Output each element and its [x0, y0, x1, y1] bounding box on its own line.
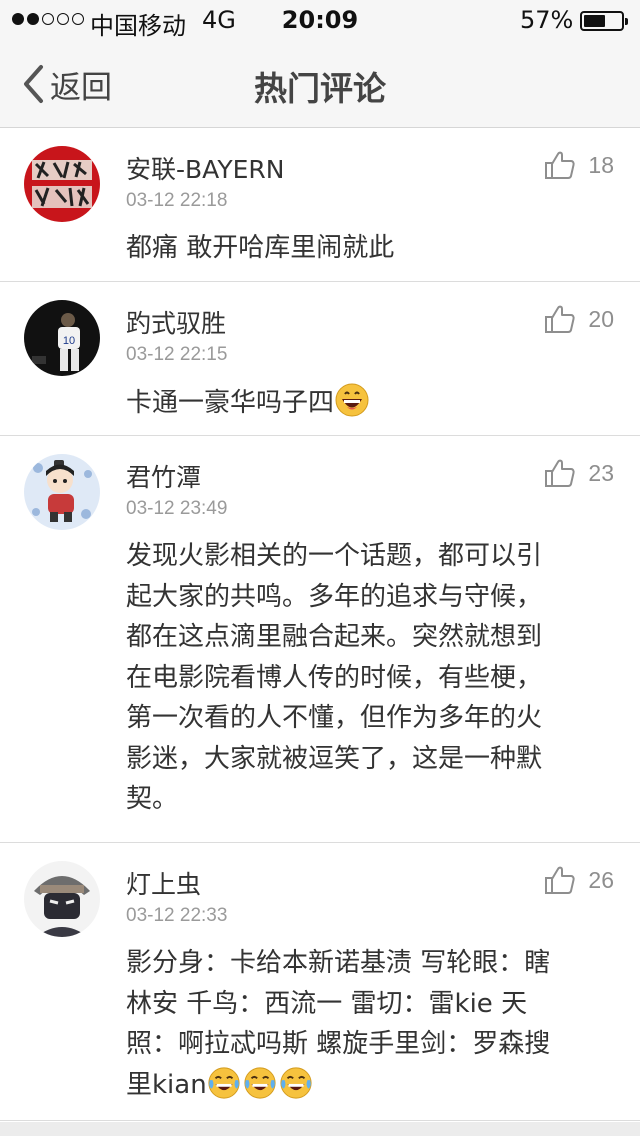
- thumbs-up-icon: [544, 458, 576, 488]
- comment-username[interactable]: 君竹潭: [126, 458, 201, 494]
- comment-text: 都痛 敢开哈库里闹就此: [126, 228, 616, 269]
- like-button[interactable]: 18: [544, 150, 614, 180]
- grinning-face-emoji: [334, 382, 370, 431]
- comment-text-content: 影分身：卡给本新诺基渍 写轮眼：瞎 林安 千鸟：西流一 雷切：雷kie 天 照：…: [126, 948, 551, 1100]
- like-count: 20: [588, 305, 614, 332]
- comment-item: 灯上虫 03-12 22:33 26 影分身：卡给本新诺基渍 写轮眼：瞎 林安 …: [0, 843, 640, 1121]
- user-avatar[interactable]: [24, 454, 100, 530]
- like-count: 18: [588, 151, 614, 178]
- tears-of-joy-emoji: [243, 1066, 277, 1113]
- comment-item: 君竹潭 03-12 23:49 23 发现火影相关的一个话题，都可以引 起大家的…: [0, 436, 640, 843]
- like-button[interactable]: 23: [544, 458, 614, 488]
- battery-fill: [584, 15, 605, 27]
- user-avatar[interactable]: [24, 861, 100, 937]
- comment-text: 影分身：卡给本新诺基渍 写轮眼：瞎 林安 千鸟：西流一 雷切：雷kie 天 照：…: [126, 943, 616, 1112]
- comment-item: 安联-BAYERN 03-12 22:18 18 都痛 敢开哈库里闹就此: [0, 128, 640, 282]
- comment-username[interactable]: 趵式驭胜: [126, 304, 226, 340]
- battery-icon: [580, 11, 628, 31]
- comment-username[interactable]: 安联-BAYERN: [126, 150, 284, 186]
- comment-time: 03-12 22:33: [126, 905, 228, 926]
- like-button[interactable]: 26: [544, 865, 614, 895]
- list-footer: [0, 1122, 640, 1136]
- comment-time: 03-12 22:18: [126, 190, 228, 211]
- top-bar: 中国移动 4G 20:09 57% 返回 热门评论: [0, 0, 640, 128]
- tears-of-joy-emoji: [207, 1066, 241, 1113]
- tears-of-joy-emoji: [279, 1066, 313, 1113]
- thumbs-up-icon: [544, 865, 576, 895]
- comment-item: 10 趵式驭胜 03-12 22:15 20 卡通一豪华吗子四: [0, 282, 640, 436]
- comment-text: 发现火影相关的一个话题，都可以引 起大家的共鸣。多年的追求与守候， 都在这点滴里…: [126, 536, 616, 820]
- like-count: 23: [588, 459, 614, 486]
- comment-time: 03-12 22:15: [126, 344, 228, 365]
- battery-tip: [625, 18, 628, 25]
- battery-percent: 57%: [520, 6, 574, 34]
- navigation-bar: 返回 热门评论: [0, 40, 640, 128]
- comment-text-content: 卡通一豪华吗子四: [126, 388, 335, 418]
- like-count: 26: [588, 866, 614, 893]
- comment-text: 卡通一豪华吗子四: [126, 382, 616, 431]
- comment-list: 安联-BAYERN 03-12 22:18 18 都痛 敢开哈库里闹就此 10: [0, 128, 640, 1121]
- like-button[interactable]: 20: [544, 304, 614, 334]
- thumbs-up-icon: [544, 150, 576, 180]
- user-avatar[interactable]: [24, 146, 100, 222]
- comment-text-content: 都痛 敢开哈库里闹就此: [126, 233, 395, 263]
- page-title: 热门评论: [254, 69, 386, 108]
- thumbs-up-icon: [544, 304, 576, 334]
- comment-text-content: 发现火影相关的一个话题，都可以引 起大家的共鸣。多年的追求与守候， 都在这点滴里…: [126, 541, 543, 814]
- comment-time: 03-12 23:49: [126, 498, 228, 519]
- svg-text:10: 10: [63, 335, 75, 347]
- status-bar: 中国移动 4G 20:09 57%: [0, 0, 640, 40]
- user-avatar[interactable]: 10: [24, 300, 100, 376]
- comment-username[interactable]: 灯上虫: [126, 865, 201, 901]
